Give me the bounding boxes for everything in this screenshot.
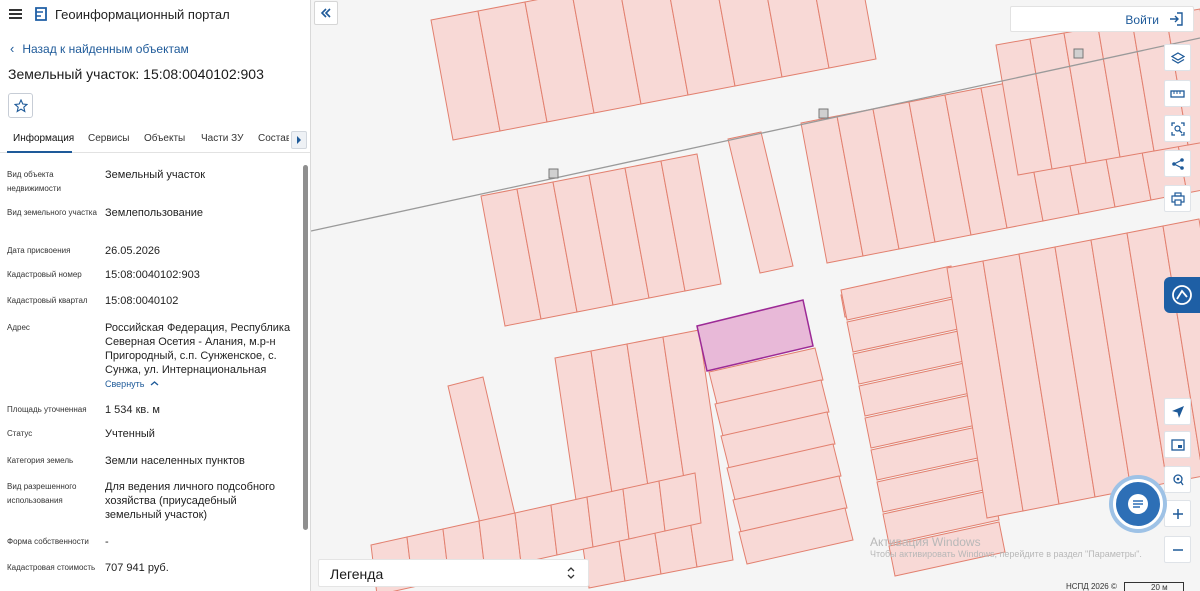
- plus-icon: [1172, 508, 1183, 519]
- parcel[interactable]: [550, 496, 594, 556]
- menu-icon[interactable]: [9, 9, 22, 19]
- app-header: Геоинформационный портал: [0, 0, 310, 30]
- property-label: Кадастровый квартал: [7, 296, 88, 305]
- tabs-scroll-right-button[interactable]: [291, 131, 307, 149]
- share-icon: [1171, 157, 1184, 170]
- watermark-title: Активация Windows: [870, 535, 981, 549]
- property-value: Земли населенных пунктов: [105, 455, 245, 467]
- property-value: Земельный участок: [105, 169, 206, 181]
- area-select-button[interactable]: [1164, 115, 1191, 142]
- active-tab-indicator: [7, 151, 72, 153]
- property-value: 15:08:0040102: [105, 295, 179, 307]
- property-label: Вид разрешенного использования: [7, 482, 77, 505]
- collapse-address-link[interactable]: Свернуть: [105, 379, 159, 389]
- property-value: Для ведения личного подсобного хозяйства…: [105, 481, 276, 521]
- share-button[interactable]: [1164, 150, 1191, 177]
- property-value: Учтенный: [105, 428, 155, 440]
- caret-right-icon: [297, 136, 301, 144]
- property-value: Российская Федерация, Республика Северна…: [105, 322, 291, 376]
- parcel-layer: [311, 0, 1200, 591]
- property-label: Вид объекта недвижимости: [7, 170, 61, 193]
- assistant-badge[interactable]: [1164, 277, 1200, 313]
- properties-list: Вид объекта недвижимости Земельный участ…: [0, 160, 302, 591]
- property-label: Кадастровая стоимость: [7, 563, 96, 572]
- parcel[interactable]: [514, 504, 558, 564]
- login-icon: [1170, 12, 1183, 26]
- property-value: 1 534 кв. м: [105, 404, 160, 416]
- tab-info[interactable]: Информация: [13, 133, 74, 144]
- property-value: 26.05.2026: [105, 245, 161, 257]
- minus-icon: [1172, 548, 1183, 551]
- back-label: Назад к найденным объектам: [22, 42, 189, 56]
- login-button[interactable]: Войти: [1010, 6, 1194, 32]
- chevron-left-icon: ‹: [10, 41, 15, 56]
- login-label: Войти: [1125, 13, 1159, 27]
- print-icon: [1170, 191, 1185, 206]
- legend-label: Легенда: [330, 566, 384, 582]
- zoom-in-button[interactable]: [1164, 500, 1191, 527]
- property-label: Площадь уточненная: [7, 405, 87, 414]
- scale-label: 20 м: [1151, 583, 1168, 591]
- layers-icon: [1170, 51, 1185, 64]
- legend-dropdown[interactable]: Легенда: [318, 559, 589, 587]
- navigate-button[interactable]: [1164, 398, 1191, 425]
- property-label: Статус: [7, 429, 33, 438]
- tab-parts[interactable]: Части ЗУ: [201, 133, 243, 144]
- area-search-icon: [1170, 121, 1185, 136]
- collapse-label: Свернуть: [105, 379, 145, 389]
- chevron-up-down-icon: [567, 567, 575, 579]
- tab-objects[interactable]: Объекты: [144, 133, 185, 144]
- star-icon: [13, 98, 28, 113]
- page-title: Земельный участок: 15:08:0040102:903: [8, 66, 264, 82]
- print-button[interactable]: [1164, 185, 1191, 212]
- navigation-arrow-icon: [1171, 405, 1184, 418]
- property-label: Форма собственности: [7, 537, 89, 546]
- property-label: Категория земель: [7, 456, 74, 465]
- ruler-icon: [1170, 89, 1185, 98]
- layers-button[interactable]: [1164, 44, 1191, 71]
- parcel[interactable]: [658, 472, 702, 532]
- tab-composition[interactable]: Состав: [258, 133, 289, 144]
- panel-scrollbar[interactable]: [303, 165, 308, 530]
- back-link[interactable]: ‹ Назад к найденным объектам: [10, 41, 189, 56]
- property-label: Кадастровый номер: [7, 270, 82, 279]
- chevron-up-icon: [150, 381, 159, 386]
- location-button[interactable]: [1164, 466, 1191, 493]
- tab-services[interactable]: Сервисы: [88, 133, 129, 144]
- minimap-icon: [1170, 438, 1185, 451]
- property-value: Землепользование: [105, 207, 204, 219]
- measure-button[interactable]: [1164, 80, 1191, 107]
- property-value: 15:08:0040102:903: [105, 269, 200, 281]
- assistant-icon: [1172, 285, 1192, 305]
- property-value: 707 941 руб.: [105, 562, 169, 574]
- double-chevron-left-icon: [320, 8, 331, 18]
- favorite-button[interactable]: [8, 93, 33, 118]
- property-label: Вид земельного участка: [7, 208, 97, 217]
- chat-icon: [1128, 494, 1148, 514]
- minimap-button[interactable]: [1164, 431, 1191, 458]
- map-canvas[interactable]: [311, 0, 1200, 591]
- parcel[interactable]: [586, 488, 630, 548]
- watermark-text: Чтобы активировать Windows, перейдите в …: [870, 549, 1142, 559]
- location-search-icon: [1172, 473, 1184, 485]
- chat-button[interactable]: [1113, 479, 1163, 529]
- property-label: Адрес: [7, 323, 30, 332]
- zoom-out-button[interactable]: [1164, 536, 1191, 563]
- tab-bar: Информация Сервисы Объекты Части ЗУ Сост…: [0, 127, 310, 153]
- collapse-panel-button[interactable]: [314, 1, 338, 25]
- app-title: Геоинформационный портал: [55, 7, 230, 22]
- scale-bar: 20 м: [1124, 582, 1184, 591]
- property-value: -: [105, 536, 109, 548]
- map-attribution: НСПД 2026 ©: [1066, 582, 1117, 591]
- parcel[interactable]: [727, 131, 794, 274]
- property-label: Дата присвоения: [7, 246, 71, 255]
- portal-logo-icon: [35, 7, 47, 21]
- info-panel: Геоинформационный портал ‹ Назад к найден…: [0, 0, 311, 591]
- parcel[interactable]: [622, 480, 666, 540]
